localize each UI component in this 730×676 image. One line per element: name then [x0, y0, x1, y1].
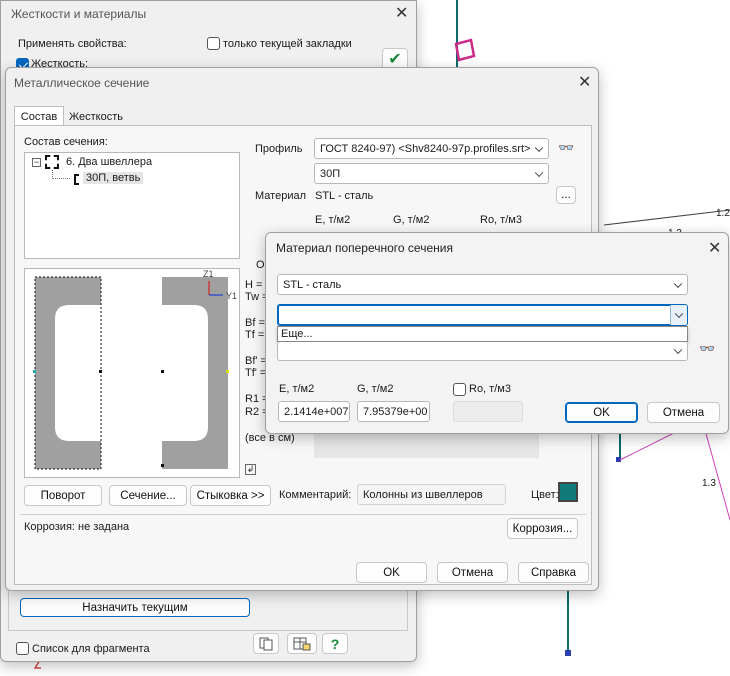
- rigidity-panel-frame: [8, 591, 408, 631]
- comment-field[interactable]: Колонны из швеллеров: [357, 484, 506, 505]
- section-preview: Z1 Y1: [24, 268, 240, 478]
- view-button[interactable]: 👓: [699, 341, 723, 359]
- node-label-13-lower: 1.3: [702, 478, 716, 489]
- material-value: STL - сталь: [315, 190, 374, 202]
- ro-label: Ro, т/м3: [469, 383, 511, 395]
- window-title: Металлическое сечение: [14, 76, 150, 90]
- help-button[interactable]: Справка: [518, 562, 589, 583]
- material-select[interactable]: STL - сталь: [277, 274, 688, 295]
- joint-button[interactable]: Стыковка >>: [190, 485, 271, 506]
- ro-input: [453, 401, 523, 422]
- dropdown-list: Еще...: [277, 326, 688, 342]
- fragment-list-label: Список для фрагмента: [32, 643, 150, 655]
- tree-expand-icon[interactable]: −: [32, 158, 41, 167]
- ok-button[interactable]: OK: [565, 402, 638, 423]
- secondary-material-select[interactable]: [277, 304, 688, 326]
- color-label: Цвет:: [531, 489, 559, 501]
- comment-label: Комментарий:: [279, 489, 352, 501]
- channel-pair-icon: [45, 155, 59, 169]
- copy-icon[interactable]: [253, 633, 279, 654]
- tree-connector: [52, 170, 70, 179]
- g-column-label: G, т/м2: [393, 214, 430, 226]
- g-input[interactable]: 7.95379e+00: [357, 401, 430, 422]
- window-title: Жесткости и материалы: [11, 7, 147, 21]
- param-tf2: Tf' =: [245, 367, 267, 379]
- profile-label: Профиль: [255, 143, 303, 155]
- param-bf2: Bf' =: [245, 355, 267, 367]
- ro-column-label: Ro, т/м3: [480, 214, 522, 226]
- ro-checkbox[interactable]: [453, 383, 466, 396]
- section-drawing: [33, 276, 229, 470]
- current-tab-only-label: только текущей закладки: [223, 38, 352, 50]
- hidden-select-remnant[interactable]: [277, 342, 688, 361]
- current-tab-only-checkbox[interactable]: [207, 37, 220, 50]
- section-button[interactable]: Сечение...: [109, 485, 187, 506]
- params-shaded-area: [314, 434, 539, 458]
- cancel-button[interactable]: Отмена: [647, 402, 720, 423]
- help-icon[interactable]: ?: [322, 633, 348, 654]
- tab-composition[interactable]: Состав: [14, 106, 64, 126]
- glasses-icon: 👓: [558, 140, 575, 155]
- param-h: H =: [245, 279, 263, 291]
- param-tf: Tf =: [245, 329, 265, 341]
- channel-icon: [74, 174, 79, 185]
- glasses-icon: 👓: [699, 341, 716, 356]
- close-icon[interactable]: ✕: [395, 6, 408, 22]
- e-input[interactable]: 2.1414e+007: [278, 401, 350, 422]
- close-icon[interactable]: ✕: [708, 241, 721, 257]
- e-label: E, т/м2: [279, 383, 315, 395]
- profile-size-select[interactable]: 30П: [314, 163, 549, 184]
- material-dialog: Материал поперечного сечения ✕ STL - ста…: [265, 232, 729, 434]
- tree-root-item[interactable]: 6. Два швеллера: [66, 156, 152, 168]
- table-icon[interactable]: [287, 633, 317, 654]
- dialog-title: Материал поперечного сечения: [276, 241, 453, 255]
- dropdown-option-more[interactable]: Еще...: [279, 328, 686, 341]
- axis-z-label: Z1: [203, 269, 214, 279]
- divider: [20, 514, 586, 515]
- fragment-list-checkbox[interactable]: [16, 642, 29, 655]
- resize-grip-icon[interactable]: ↲: [245, 464, 256, 475]
- composition-label: Состав сечения:: [24, 136, 108, 148]
- g-label: G, т/м2: [357, 383, 394, 395]
- param-bf: Bf =: [245, 317, 265, 329]
- cancel-button[interactable]: Отмена: [437, 562, 508, 583]
- node-label-12: 1.2: [716, 208, 730, 219]
- tab-rigidity[interactable]: Жесткость: [64, 108, 128, 126]
- profile-view-button[interactable]: 👓: [558, 140, 582, 158]
- corrosion-button[interactable]: Коррозия...: [507, 518, 578, 539]
- apply-properties-label: Применять свойства:: [18, 38, 127, 50]
- material-label: Материал: [255, 190, 306, 202]
- e-column-label: E, т/м2: [315, 214, 351, 226]
- rotate-button[interactable]: Поворот: [24, 485, 102, 506]
- close-icon[interactable]: ✕: [578, 75, 591, 91]
- color-swatch-button[interactable]: [558, 482, 578, 502]
- section-tree[interactable]: − 6. Два швеллера 30П, ветвь: [24, 152, 240, 259]
- material-more-button[interactable]: ...: [556, 186, 576, 204]
- tree-child-item[interactable]: 30П, ветвь: [83, 172, 144, 184]
- axis-y-label: Y1: [226, 291, 238, 301]
- profile-select[interactable]: ГОСТ 8240-97) <Shv8240-97p.profiles.srt>: [314, 138, 549, 159]
- corrosion-status: Коррозия: не задана: [24, 521, 130, 533]
- ok-button[interactable]: OK: [356, 562, 427, 583]
- checkmark-icon: ✔: [388, 51, 402, 68]
